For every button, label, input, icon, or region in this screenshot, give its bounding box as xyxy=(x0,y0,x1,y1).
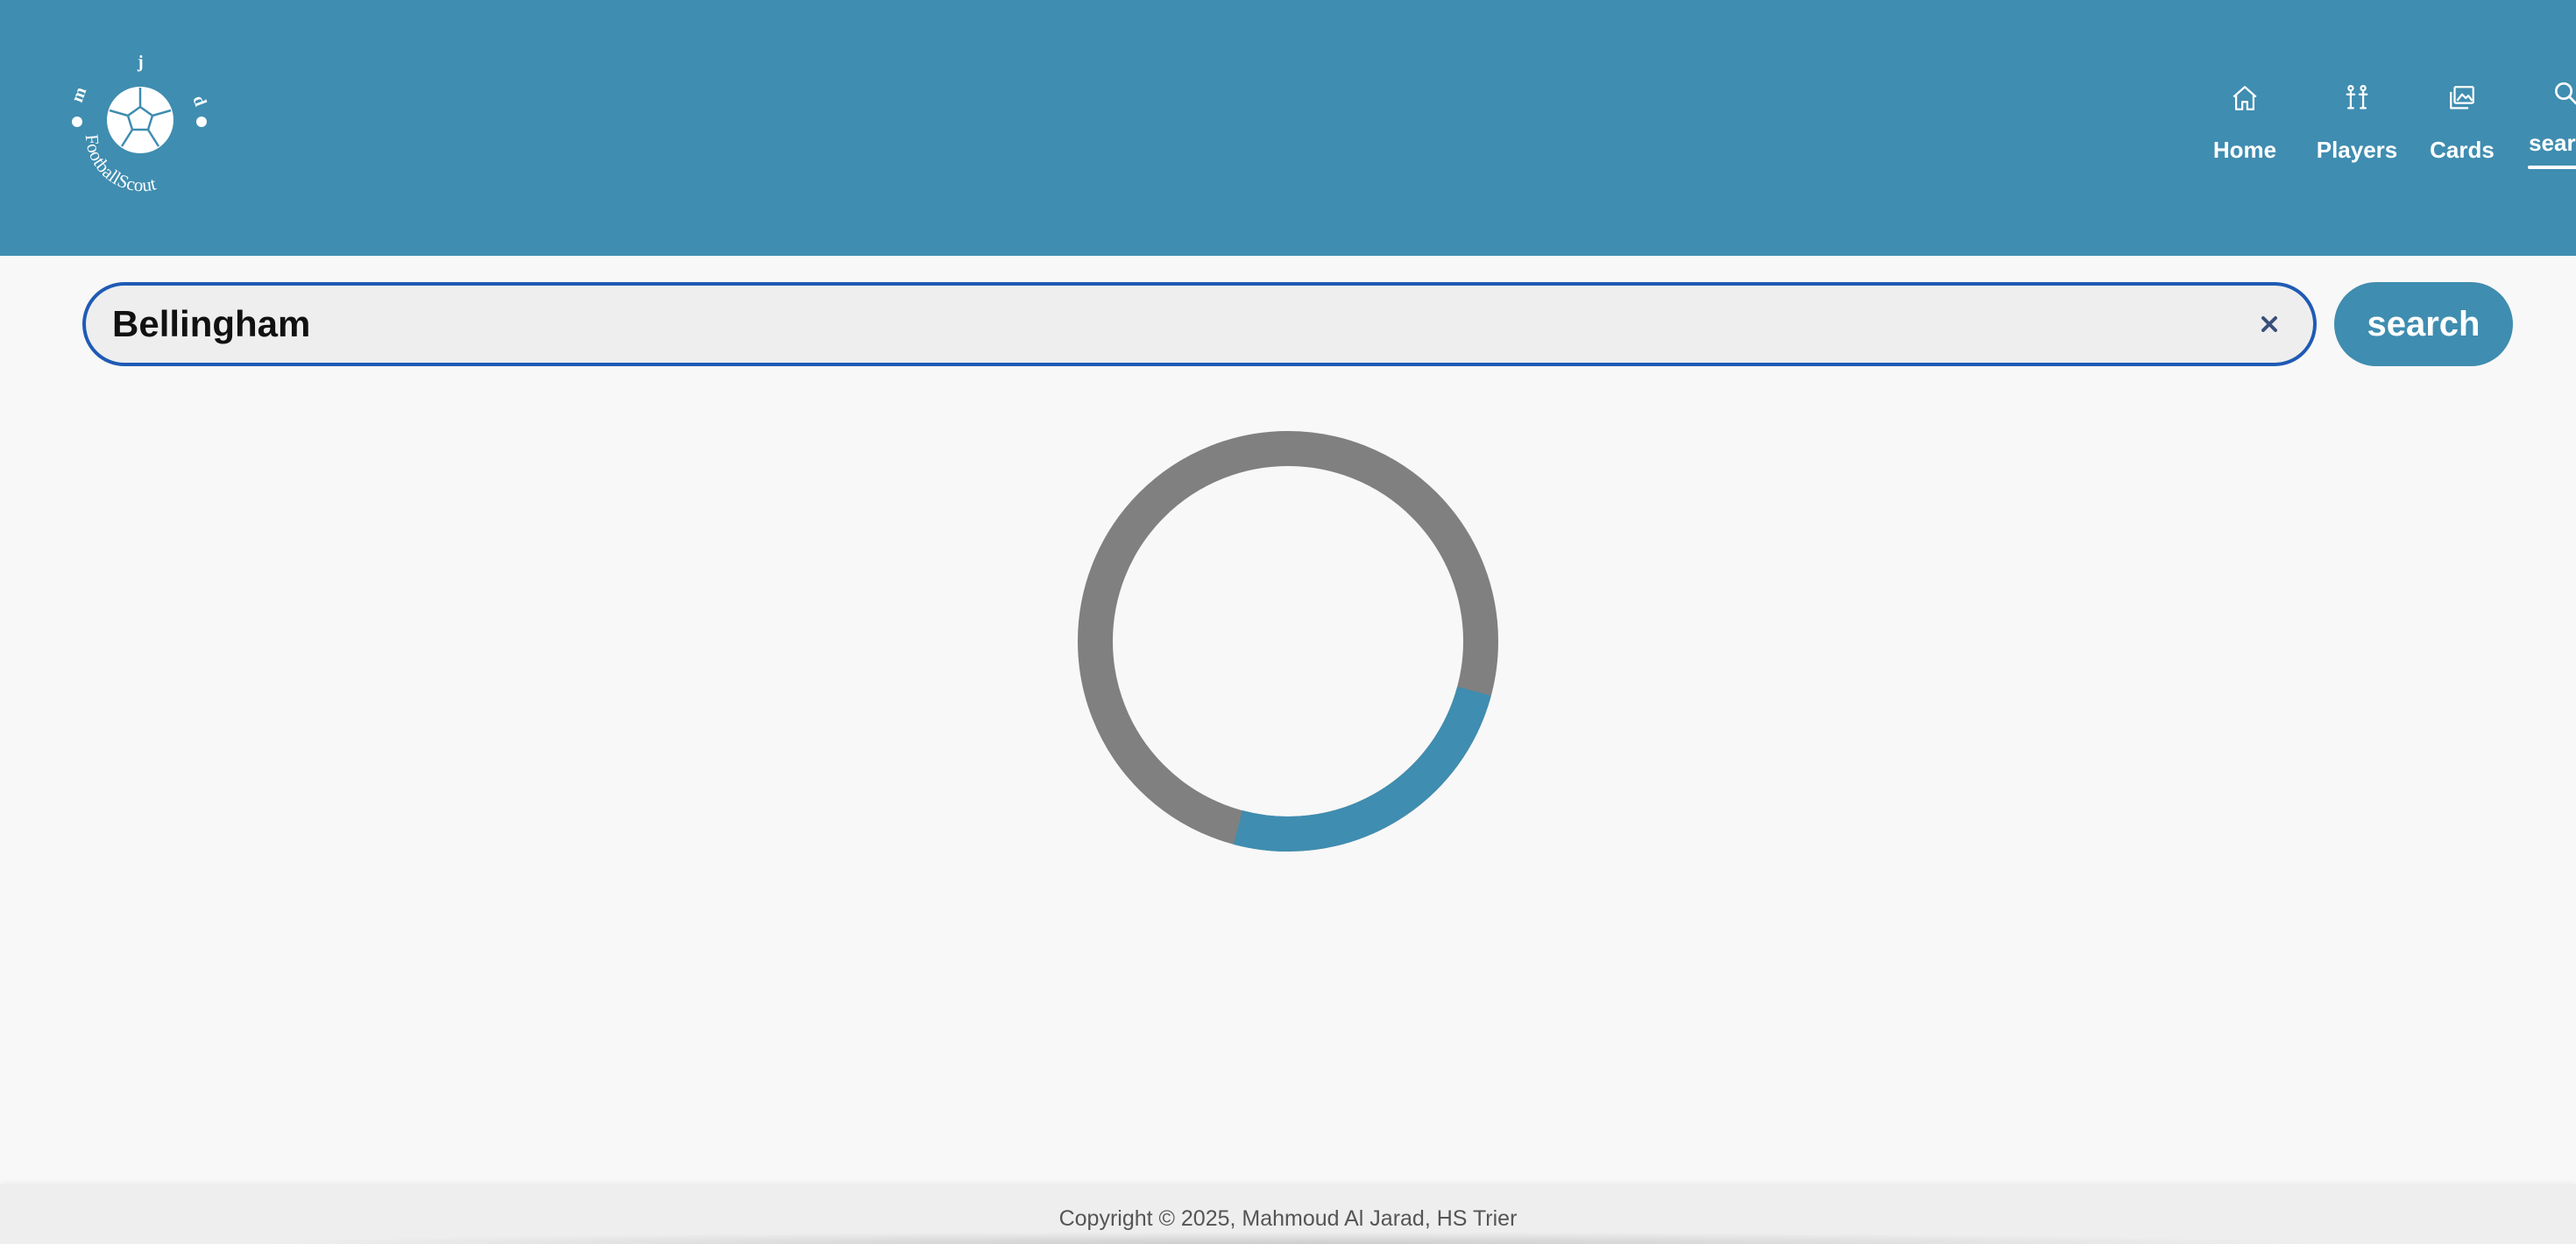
nav-players-label: Players xyxy=(2316,137,2398,163)
soccer-ball-icon xyxy=(107,87,173,153)
copyright-text: Copyright © 2025, Mahmoud Al Jarad, HS T… xyxy=(1058,1205,1518,1231)
active-tab-indicator xyxy=(2528,166,2576,169)
nav-search-label: search xyxy=(2529,130,2576,156)
nav-search[interactable]: search xyxy=(2522,74,2576,196)
loading-spinner xyxy=(1076,429,1500,853)
close-icon xyxy=(2261,316,2277,332)
home-icon xyxy=(2226,79,2264,117)
nav-players[interactable]: Players xyxy=(2309,70,2405,193)
nav-cards-label: Cards xyxy=(2430,137,2495,163)
logo-letter-m: m xyxy=(67,84,90,104)
search-button[interactable]: search xyxy=(2334,282,2513,366)
app-header: m j d FootballScout Home Players Cards s… xyxy=(0,0,2576,256)
nav-home-label: Home xyxy=(2212,137,2277,163)
nav-cards[interactable]: Cards xyxy=(2423,70,2502,193)
logo-letter-d: d xyxy=(188,93,209,109)
nav-home[interactable]: Home xyxy=(2201,70,2289,193)
footer: Copyright © 2025, Mahmoud Al Jarad, HS T… xyxy=(0,1184,2576,1244)
logo[interactable]: m j d FootballScout xyxy=(53,35,228,210)
search-field xyxy=(82,282,2317,366)
search-input[interactable] xyxy=(112,286,2197,363)
cards-icon xyxy=(2443,79,2481,117)
footballscout-logo: m j d FootballScout xyxy=(67,53,210,195)
footer-shadow xyxy=(245,1232,2331,1244)
players-icon xyxy=(2338,79,2376,117)
search-icon xyxy=(2546,74,2576,112)
clear-search-button[interactable] xyxy=(2250,305,2289,343)
logo-letter-j: j xyxy=(137,53,144,72)
